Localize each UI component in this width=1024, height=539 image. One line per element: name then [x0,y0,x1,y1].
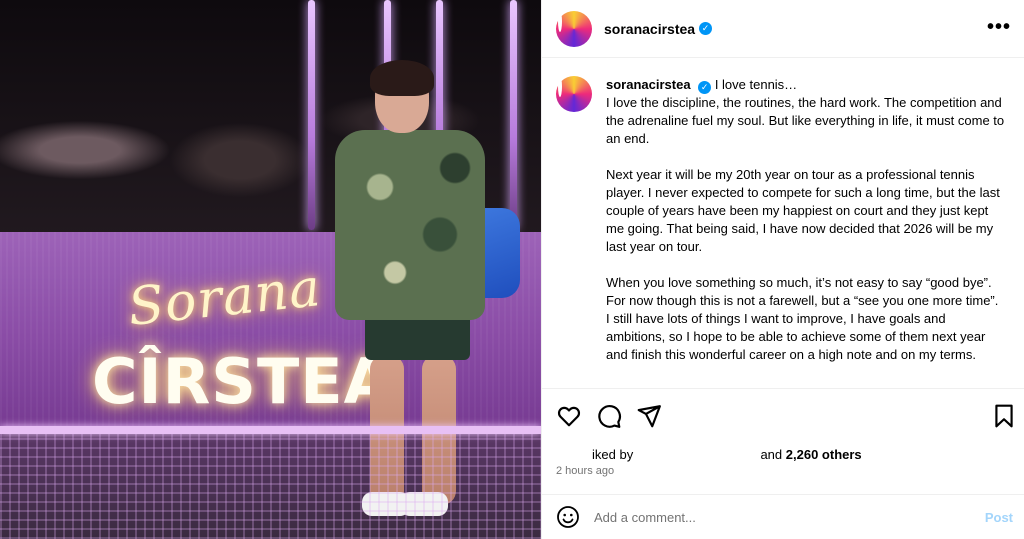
caption-avatar[interactable] [556,76,592,112]
caption-paragraph: I still have lots of things I want to im… [606,311,986,362]
caption-text: soranacirstea ✓ I love tennis… I love th… [606,76,1006,386]
likes-and: and [760,447,783,462]
likes-summary: iked by and 2,260 others [556,445,862,462]
net-band [0,426,541,434]
caption-lead: I love tennis… [714,77,798,92]
post-photo[interactable]: Sorana CÎRSTEA [0,0,541,539]
post-header: soranacirstea ✓ ••• [542,0,1024,58]
header-username[interactable]: soranacirstea [604,21,695,37]
bookmark-icon[interactable] [991,403,1017,429]
action-bar [542,388,1024,438]
caption-paragraph: When you love something so much, it’s no… [606,275,999,308]
comment-icon[interactable] [596,403,622,429]
caption-paragraph: Next year it will be my 20th year on tou… [606,167,1000,254]
comment-input[interactable]: Add a comment... [594,510,985,525]
likes-others-link[interactable]: 2,260 others [786,447,862,462]
hair [370,60,434,96]
comment-bar: Add a comment... Post [542,494,1024,539]
post-side-panel: soranacirstea ✓ ••• soranacirstea ✓ I lo… [541,0,1024,539]
more-options-icon[interactable]: ••• [987,16,1011,39]
emoji-icon[interactable] [556,505,580,529]
post-comment-button[interactable]: Post [985,510,1013,525]
tennis-net [0,430,541,539]
liked-by-avatar [556,445,592,459]
jacket [335,130,485,320]
liked-by-label: iked by [592,447,634,462]
post-timestamp[interactable]: 2 hours ago [556,465,614,477]
heart-icon[interactable] [556,403,582,429]
verified-badge-icon: ✓ [699,22,713,35]
caption-paragraph: I love the discipline, the routines, the… [606,95,1005,146]
post-caption: soranacirstea ✓ I love tennis… I love th… [556,76,1016,386]
verified-badge-icon: ✓ [698,81,712,94]
share-icon[interactable] [636,403,662,429]
avatar[interactable] [556,10,592,47]
caption-username[interactable]: soranacirstea [606,77,691,92]
stage-light [308,0,315,230]
